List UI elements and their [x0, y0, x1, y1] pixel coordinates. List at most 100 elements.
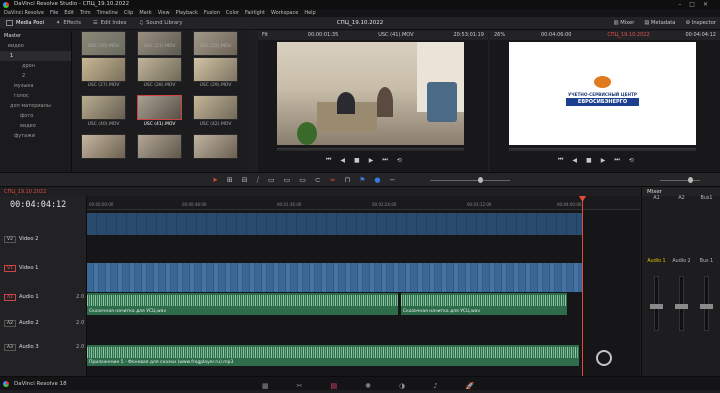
audio-clip[interactable]: Сказочная начитка для УСЦ.wav	[401, 293, 567, 315]
loop-icon[interactable]: ⟲	[397, 157, 402, 164]
blade-tool-icon[interactable]: ⧸	[257, 176, 259, 185]
zoom-slider[interactable]	[430, 180, 510, 181]
fader-knob[interactable]	[650, 304, 663, 309]
jump-start-icon[interactable]: ⏮	[558, 156, 563, 164]
bin-master[interactable]: Master	[0, 31, 71, 41]
menu-help[interactable]: Help	[304, 9, 315, 17]
clip-thumbnail[interactable]	[193, 57, 238, 82]
clip-thumbnail[interactable]	[137, 57, 182, 82]
clip-thumbnail[interactable]	[193, 95, 238, 120]
volume-knob[interactable]	[688, 177, 693, 183]
clip-label: USC (22).MOV	[199, 44, 232, 49]
clip-thumbnail[interactable]	[81, 57, 126, 82]
menu-fusion[interactable]: Fusion	[204, 9, 220, 17]
timeline-name[interactable]: СПЦ_19.10.2022	[4, 189, 46, 195]
jump-end-icon[interactable]: ⏭	[614, 156, 619, 164]
inspector-button[interactable]: ⚙ Inspector	[685, 17, 716, 30]
sound-library-button[interactable]: ♫ Sound Library	[133, 17, 189, 30]
timeline-viewer-name[interactable]: СПЦ_19.10.2022	[607, 31, 649, 40]
status-bar: DaVinci Resolve 18 ▦ ✂ ▤ ✺ ◑ ♪ 🚀	[0, 376, 720, 390]
insert-icon[interactable]: ▭	[268, 176, 275, 185]
timeline-ruler[interactable]: 00:00:00:00 00:00:48:00 00:01:36:00 00:0…	[87, 196, 640, 210]
play-icon[interactable]: ▶	[369, 157, 374, 164]
volume-slider[interactable]	[660, 180, 700, 181]
bin-item[interactable]: фото	[0, 111, 71, 121]
bin-item-selected[interactable]: 1	[0, 51, 71, 61]
clip-thumbnail-selected[interactable]	[137, 95, 182, 120]
video-clip-strip[interactable]	[87, 263, 582, 292]
clip-thumbnail[interactable]	[137, 134, 182, 159]
loop-icon[interactable]: ⟲	[629, 157, 634, 164]
rewind-icon[interactable]: ◀	[340, 157, 345, 164]
edit-index-button[interactable]: ☰ Edit Index	[87, 17, 133, 30]
bin-item[interactable]: доп материалы	[0, 101, 71, 111]
clip-thumbnail[interactable]	[193, 134, 238, 159]
lock-icon[interactable]: ⊓	[345, 176, 350, 185]
jump-end-icon[interactable]: ⏭	[382, 156, 387, 164]
overwrite-icon[interactable]: ▭	[284, 176, 291, 185]
track-id[interactable]: V1	[4, 265, 16, 272]
stop-icon[interactable]: ■	[354, 157, 360, 164]
playhead[interactable]	[582, 196, 583, 376]
track-id[interactable]: A3	[4, 344, 16, 351]
menu-workspace[interactable]: Workspace	[271, 9, 298, 17]
trim-tool-icon[interactable]: ⊞	[227, 176, 233, 185]
bin-item[interactable]: музыка	[0, 81, 71, 91]
timeline-video-frame[interactable]: УЧЕТНО-СЕРВИСНЫЙ ЦЕНТР ЕВРОСИБЭНЕРГО	[509, 42, 696, 145]
bin-item[interactable]: видео	[0, 121, 71, 131]
deliver-page-icon[interactable]: 🚀	[466, 379, 475, 393]
track-id[interactable]: A1	[4, 294, 16, 301]
jump-start-icon[interactable]: ⏮	[326, 156, 331, 164]
mixer-channel-a2: A2 Audio 2	[669, 196, 694, 376]
source-clip-name[interactable]: USC (41).MOV	[378, 31, 413, 40]
play-icon[interactable]: ▶	[601, 157, 606, 164]
flag-icon[interactable]: ⚑	[359, 176, 365, 185]
zoom-slider-knob[interactable]	[478, 177, 483, 183]
bin-item[interactable]: видео	[0, 41, 71, 51]
fusion-page-icon[interactable]: ✺	[365, 379, 371, 393]
mixer-button[interactable]: ▥ Mixer	[614, 17, 635, 30]
effects-button[interactable]: ✦ Effects	[50, 17, 87, 30]
timeline-zoom[interactable]: 26%	[494, 31, 505, 40]
bin-item[interactable]: дрон	[0, 61, 71, 71]
bin-item[interactable]: 2	[0, 71, 71, 81]
fader-knob[interactable]	[700, 304, 713, 309]
zoom-out-icon[interactable]: −	[389, 176, 395, 185]
audio-clip[interactable]: Приложение 5 - Фоновая для сказки (www.f…	[87, 345, 579, 366]
stop-icon[interactable]: ■	[586, 157, 592, 164]
menu-color[interactable]: Color	[226, 9, 239, 17]
metadata-button[interactable]: ▤ Metadata	[644, 17, 675, 30]
marker-icon[interactable]: ●	[374, 176, 380, 185]
selection-tool-icon[interactable]: ➤	[212, 176, 218, 185]
color-page-icon[interactable]: ◑	[399, 379, 405, 393]
dynamic-trim-icon[interactable]: ⊟	[242, 176, 248, 185]
bin-item[interactable]: голос	[0, 91, 71, 101]
source-video-frame[interactable]	[277, 42, 464, 145]
window-controls[interactable]: –□✕	[678, 0, 716, 9]
rewind-icon[interactable]: ◀	[572, 157, 577, 164]
menu-fairlight[interactable]: Fairlight	[245, 9, 265, 17]
track-id[interactable]: V2	[4, 236, 16, 243]
snap-icon[interactable]: ⊂	[315, 176, 321, 185]
timeline-scrubber[interactable]	[509, 148, 696, 151]
source-scrubber[interactable]	[277, 148, 464, 151]
video-clip-strip[interactable]	[87, 213, 582, 235]
timeline-tracks[interactable]: Сказочная начитка для УСЦ.wav Сказочная …	[87, 210, 640, 376]
track-header-v1: V1 Video 1	[4, 265, 91, 272]
cut-page-icon[interactable]: ✂	[297, 379, 303, 393]
fader-knob[interactable]	[675, 304, 688, 309]
clip-label: USC (27).MOV	[87, 83, 120, 88]
link-icon[interactable]: ∞	[330, 176, 336, 185]
fairlight-page-icon[interactable]: ♪	[433, 379, 437, 393]
audio-clip[interactable]: Сказочная начитка для УСЦ.wav	[87, 293, 398, 315]
track-id[interactable]: A2	[4, 320, 16, 327]
source-zoom[interactable]: Fit	[262, 31, 268, 40]
replace-icon[interactable]: ▭	[299, 176, 306, 185]
media-page-icon[interactable]: ▦	[262, 379, 269, 393]
edit-page-icon[interactable]: ▤	[331, 379, 338, 393]
media-pool-button[interactable]: Media Pool	[0, 17, 50, 30]
clip-thumbnail[interactable]	[81, 95, 126, 120]
clip-thumbnail[interactable]	[81, 134, 126, 159]
top-toolbar: Media Pool ✦ Effects ☰ Edit Index ♫ Sound L…	[0, 17, 720, 30]
bin-item[interactable]: футажи	[0, 131, 71, 141]
